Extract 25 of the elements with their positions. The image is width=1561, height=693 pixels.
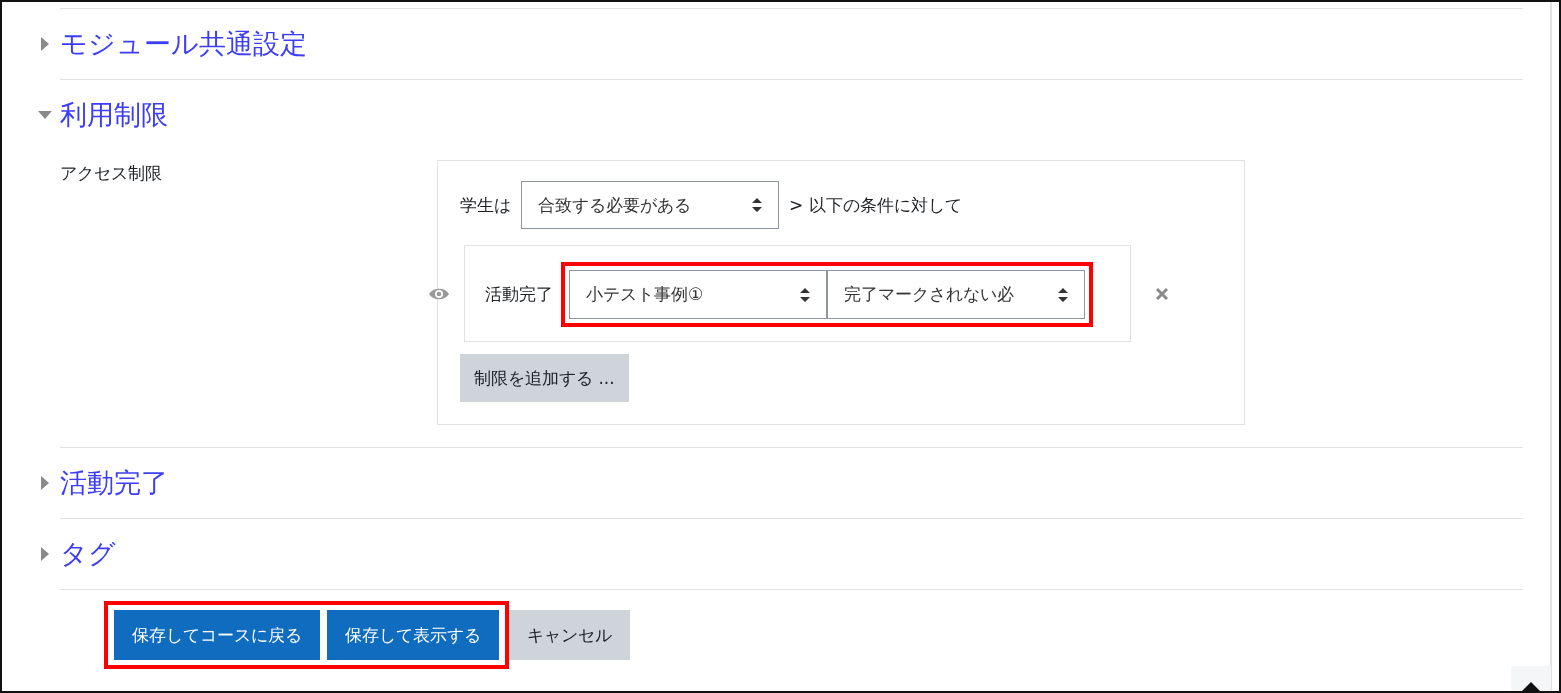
add-restriction-button[interactable]: 制限を追加する ... — [460, 354, 629, 402]
save-button[interactable]: 保存して表示する — [327, 610, 499, 660]
condition-prefix: 学生は — [460, 193, 511, 217]
section-title[interactable]: 活動完了 — [60, 465, 168, 501]
up-down-caret-icon — [752, 198, 762, 212]
field-label: アクセス制限 — [60, 162, 163, 185]
activity-select[interactable]: 小テスト事例① — [569, 270, 827, 319]
close-icon[interactable] — [1155, 286, 1169, 301]
up-down-caret-icon — [800, 287, 810, 302]
match-select[interactable]: 合致する必要がある — [521, 181, 779, 229]
eye-icon[interactable] — [428, 286, 450, 301]
section-title[interactable]: タグ — [60, 536, 116, 572]
caret-right-icon[interactable] — [41, 476, 49, 490]
status-select[interactable]: 完了マークされない必 — [827, 270, 1085, 319]
cancel-button[interactable]: キャンセル — [509, 610, 630, 660]
scroll-top-button[interactable] — [1511, 666, 1551, 691]
condition-suffix: > 以下の条件に対して — [789, 193, 962, 217]
up-down-caret-icon — [1058, 287, 1068, 302]
condition-label: 活動完了 — [485, 283, 553, 306]
caret-down-icon[interactable] — [38, 111, 52, 119]
save-button[interactable]: 保存してコースに戻る — [114, 610, 320, 660]
caret-right-icon[interactable] — [41, 547, 49, 561]
section-title[interactable]: モジュール共通設定 — [60, 26, 307, 62]
caret-right-icon[interactable] — [41, 37, 49, 51]
section-title[interactable]: 利用制限 — [60, 97, 168, 133]
